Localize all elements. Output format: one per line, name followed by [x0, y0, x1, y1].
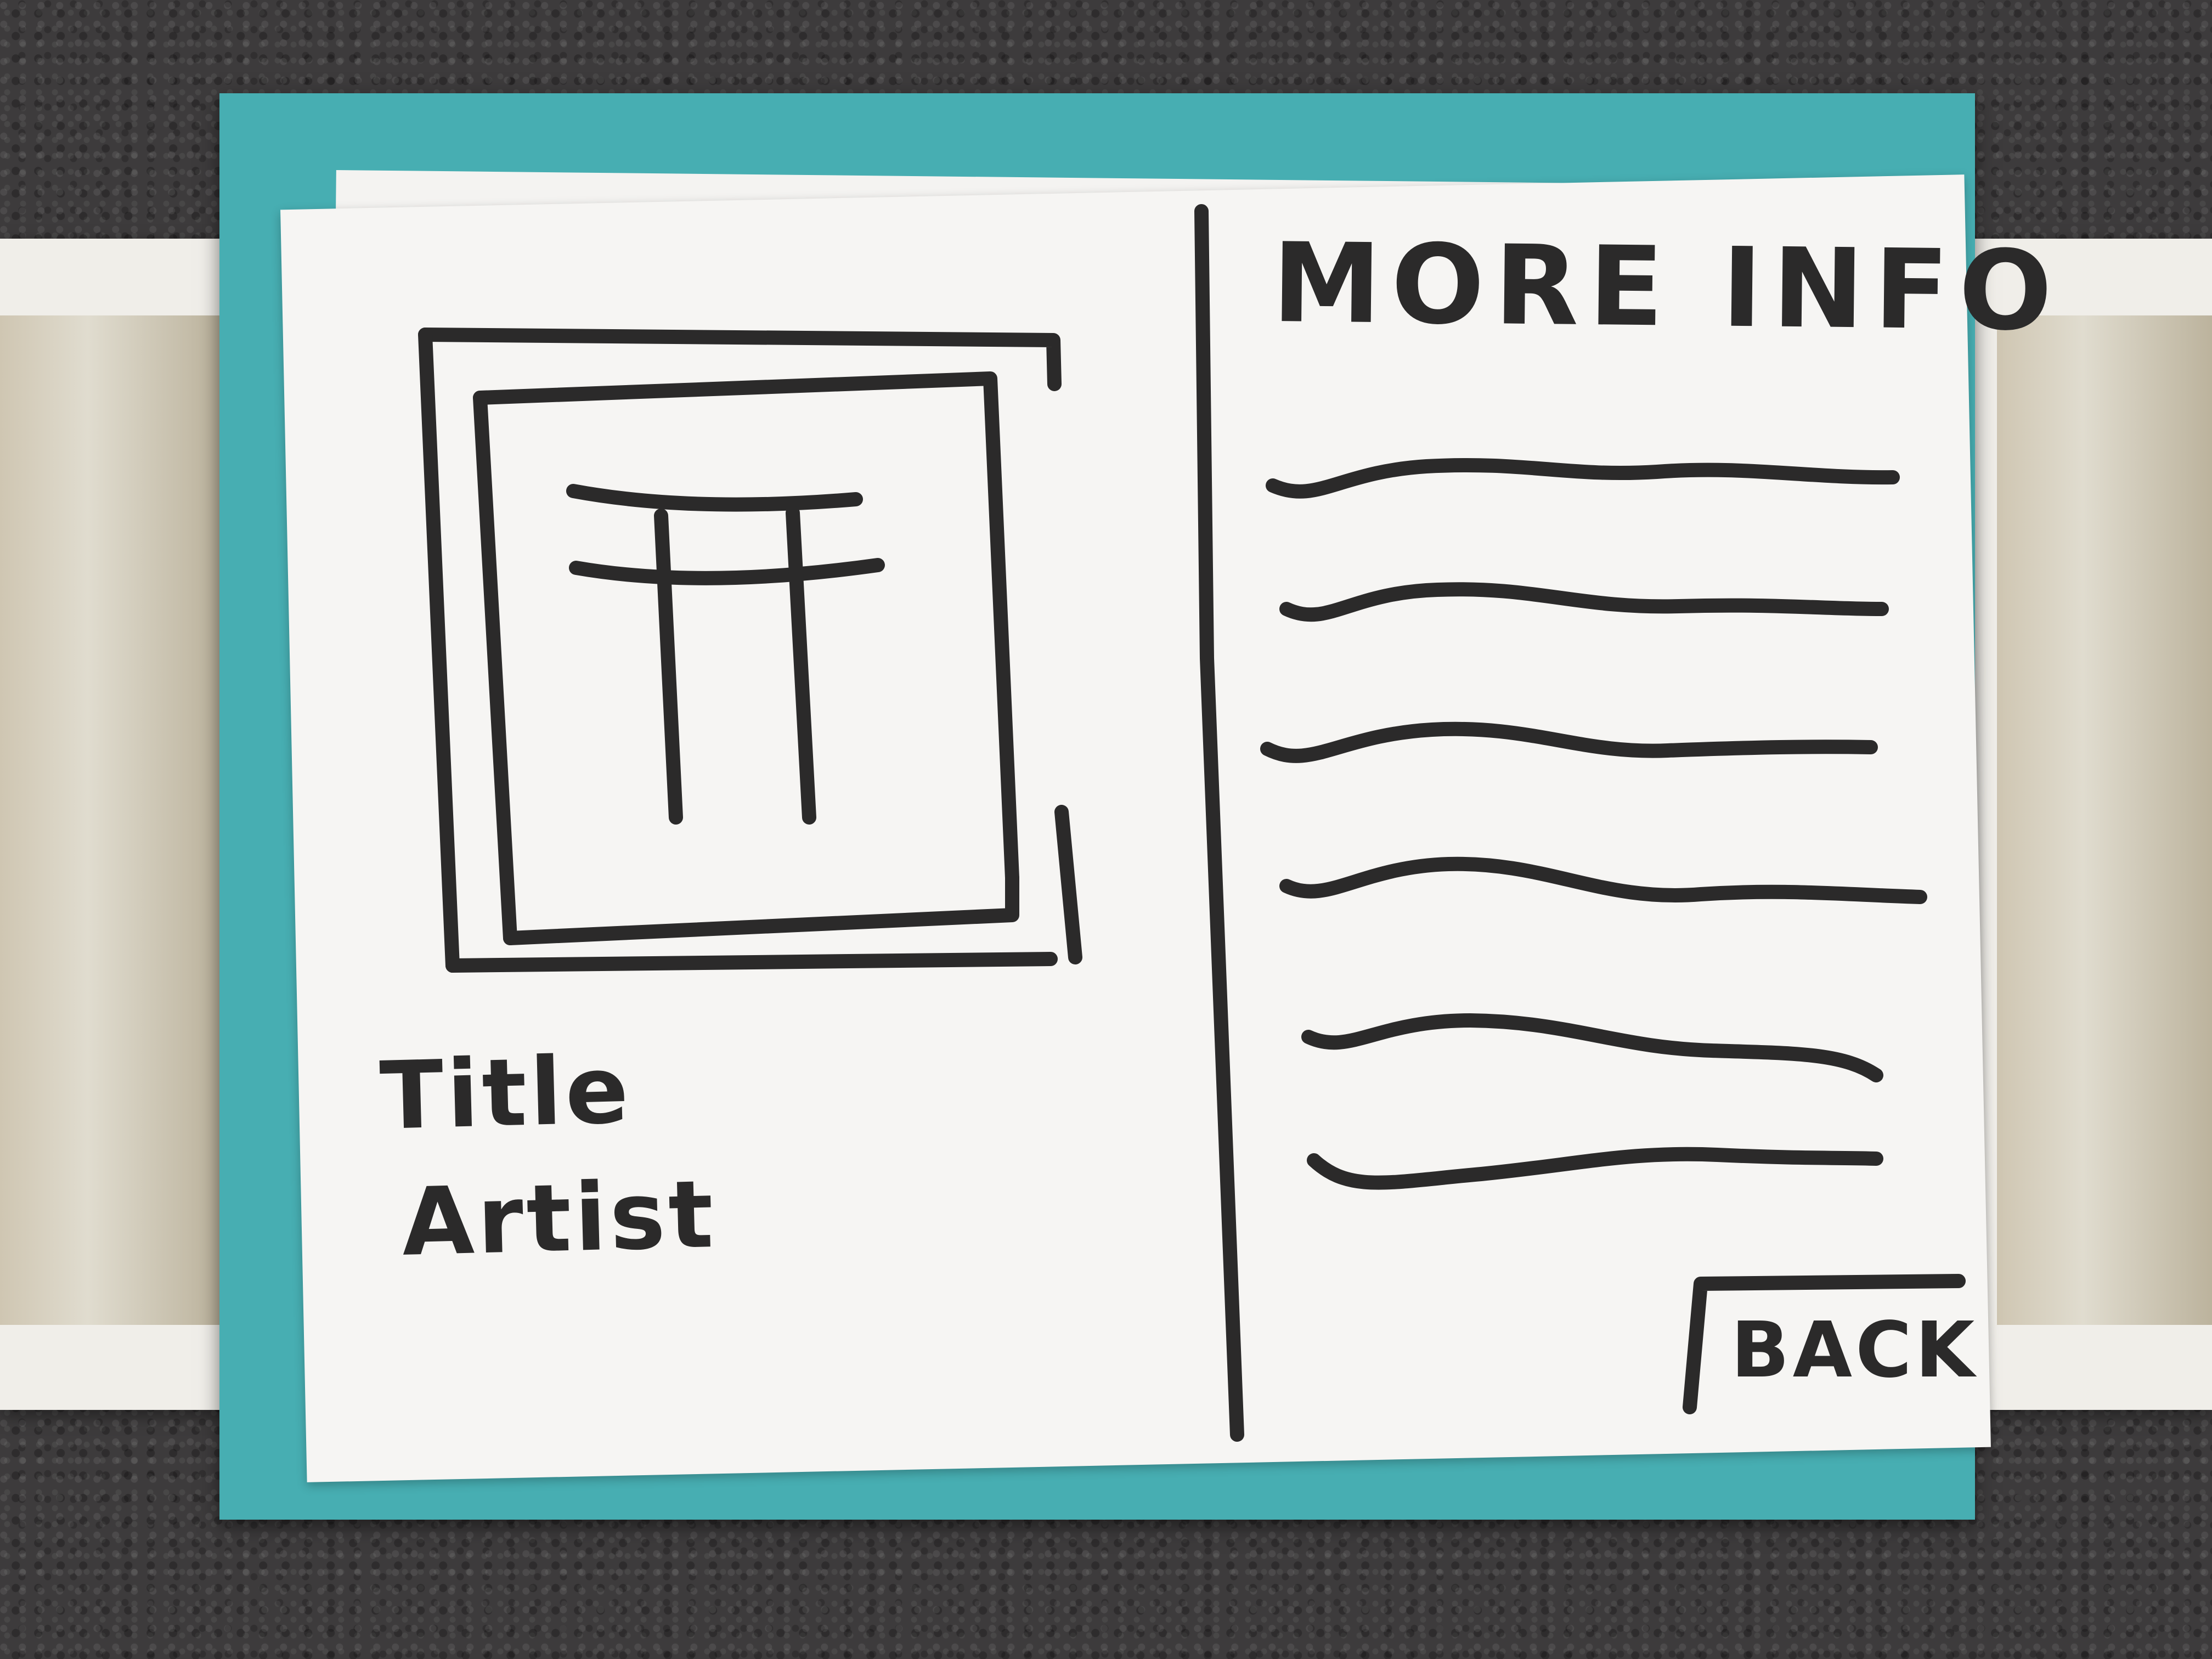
artwork-artist-label: Artist	[400, 1160, 718, 1277]
description-line	[1279, 582, 1889, 622]
description-line	[1307, 1147, 1883, 1190]
more-info-heading: MORE INFO	[1271, 219, 2063, 356]
artwork-title-label: Title	[379, 1035, 634, 1151]
description-line	[1301, 1013, 1883, 1082]
torii-gate-icon	[566, 484, 885, 825]
panel-divider	[1194, 204, 1244, 1442]
description-line	[1260, 721, 1878, 763]
description-line	[1266, 458, 1900, 499]
back-button-label: BACK	[1731, 1306, 1978, 1395]
artwork-frame	[418, 328, 1082, 973]
description-lines	[1260, 458, 1927, 1190]
back-button[interactable]: BACK	[1695, 1278, 1974, 1432]
description-line	[1279, 856, 1927, 904]
